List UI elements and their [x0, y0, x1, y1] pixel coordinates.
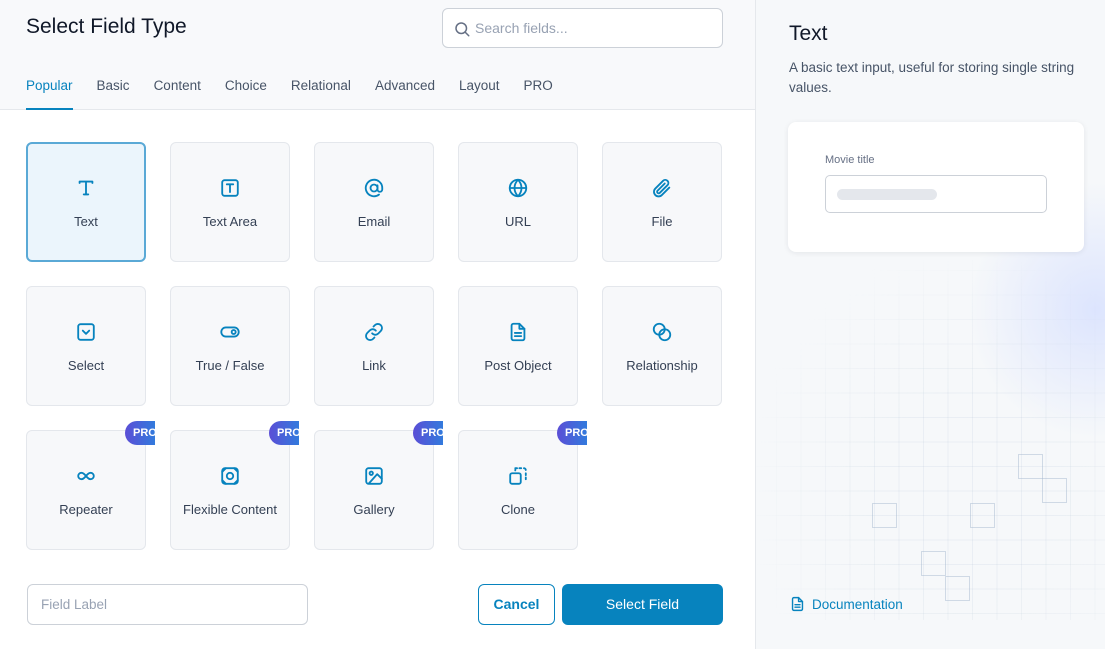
pro-badge: PRO [269, 421, 299, 445]
preview-description: A basic text input, useful for storing s… [789, 60, 1075, 95]
toggle-icon [220, 326, 240, 338]
tab-pro[interactable]: PRO [524, 78, 553, 110]
background-square [1018, 454, 1043, 479]
field-card-email[interactable]: Email [314, 142, 434, 262]
tab-basic[interactable]: Basic [97, 78, 130, 110]
field-card-true-false[interactable]: True / False [170, 286, 290, 406]
search-icon [455, 22, 470, 37]
field-card-gallery[interactable]: Gallery PRO [314, 421, 443, 550]
field-card-url[interactable]: URL [458, 142, 578, 262]
background-square [970, 503, 995, 528]
preview-title: Text [789, 22, 828, 45]
document-icon [791, 596, 804, 612]
field-card-label: Post Object [484, 358, 552, 373]
field-card-post-object[interactable]: Post Object [458, 286, 578, 406]
pro-badge: PRO [557, 421, 587, 445]
preview-panel: Text A basic text input, useful for stor… [755, 0, 1105, 649]
search-input[interactable] [475, 9, 715, 47]
field-card-text[interactable]: Text [26, 142, 146, 262]
field-card-label: Clone [501, 502, 535, 517]
field-card-file[interactable]: File [602, 142, 722, 262]
background-square [921, 551, 946, 576]
paperclip-icon [653, 178, 671, 198]
preview-placeholder-bar [837, 189, 937, 200]
select-chevron-icon [77, 323, 95, 341]
background-square [872, 503, 897, 528]
background-square [945, 576, 970, 601]
clone-icon [509, 467, 527, 485]
field-card-label: Text Area [202, 214, 258, 229]
text-icon [78, 180, 94, 196]
at-sign-icon [364, 178, 384, 198]
field-card-label: Link [362, 358, 386, 373]
picker-header: Select Field Type Popular Basic Content … [0, 0, 755, 110]
pro-badge: PRO [125, 421, 155, 445]
tab-advanced[interactable]: Advanced [375, 78, 435, 110]
preview-card: Movie title [788, 122, 1084, 252]
flexible-content-icon [221, 467, 239, 485]
field-label-input[interactable] [28, 585, 307, 624]
link-icon [365, 323, 383, 341]
field-card-label: Repeater [59, 502, 113, 517]
documentation-link[interactable]: Documentation [789, 595, 903, 613]
textarea-icon [221, 179, 239, 197]
field-card-label: Select [67, 358, 105, 373]
field-card-link[interactable]: Link [314, 286, 434, 406]
field-card-label: Email [357, 214, 391, 229]
field-card-label: Flexible Content [183, 502, 277, 517]
cancel-button[interactable]: Cancel [478, 584, 555, 625]
field-label-input-wrapper[interactable] [27, 584, 308, 625]
tab-relational[interactable]: Relational [291, 78, 351, 110]
documentation-link-label: Documentation [812, 596, 903, 612]
field-card-repeater[interactable]: Repeater PRO [26, 421, 155, 550]
tab-layout[interactable]: Layout [459, 78, 500, 110]
field-card-label: Relationship [626, 358, 698, 373]
field-card-label: True / False [195, 358, 265, 373]
field-type-picker: Select Field Type Popular Basic Content … [0, 0, 755, 649]
tab-popular[interactable]: Popular [26, 78, 73, 110]
relationship-icon [652, 322, 672, 342]
field-card-clone[interactable]: Clone PRO [458, 421, 587, 550]
search-box[interactable] [442, 8, 723, 48]
tab-choice[interactable]: Choice [225, 78, 267, 110]
field-card-select[interactable]: Select [26, 286, 146, 406]
image-icon [365, 467, 383, 485]
category-tabs: Popular Basic Content Choice Relational … [26, 78, 577, 110]
pro-badge: PRO [413, 421, 443, 445]
field-card-flexible-content[interactable]: Flexible Content PRO [170, 421, 299, 550]
document-icon [510, 322, 526, 342]
preview-example-label: Movie title [825, 154, 875, 166]
page-title: Select Field Type [26, 15, 187, 38]
field-card-relationship[interactable]: Relationship [602, 286, 722, 406]
field-card-label: Gallery [353, 502, 395, 517]
background-square [1042, 478, 1067, 503]
select-field-button[interactable]: Select Field [562, 584, 723, 625]
field-card-label: Text [74, 214, 98, 229]
field-card-label: File [651, 214, 673, 229]
field-card-label: URL [504, 214, 531, 229]
globe-icon [508, 178, 528, 198]
infinity-icon [77, 471, 95, 481]
field-card-text-area[interactable]: Text Area [170, 142, 290, 262]
preview-example-input [825, 175, 1047, 213]
tab-content[interactable]: Content [154, 78, 201, 110]
